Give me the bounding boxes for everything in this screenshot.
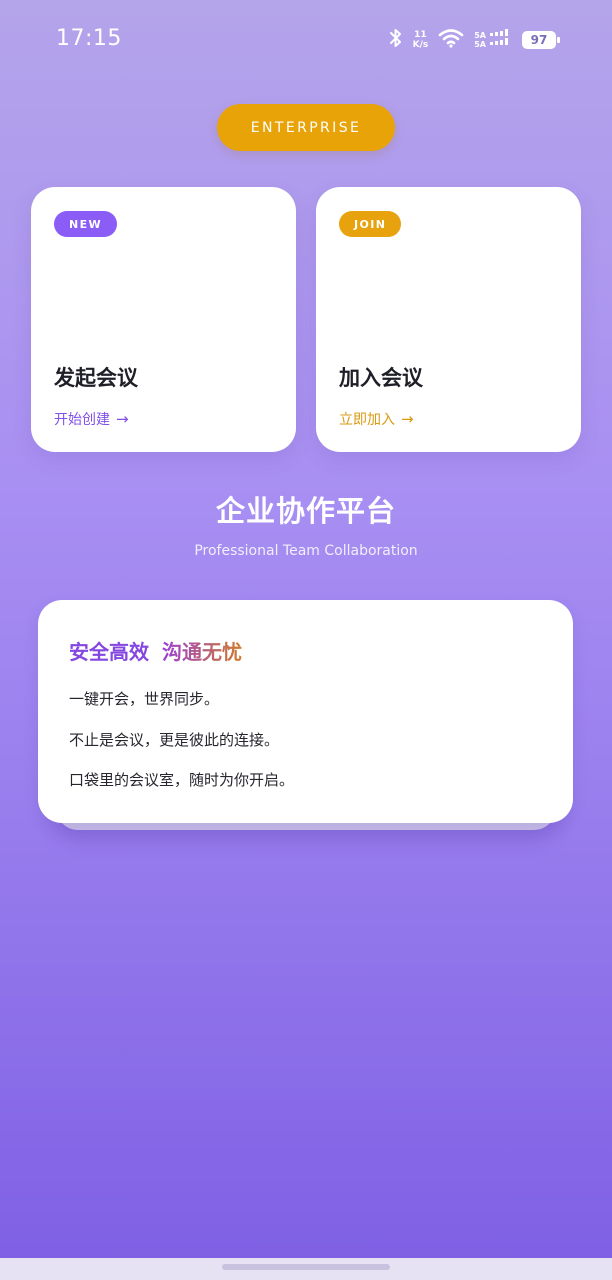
platform-subtitle: Professional Team Collaboration: [194, 543, 418, 559]
bluetooth-icon: [389, 28, 403, 52]
status-time: 17:15: [56, 26, 122, 51]
home-indicator[interactable]: [222, 1264, 390, 1270]
join-now-label: 立即加入: [339, 412, 395, 428]
wifi-icon: [438, 28, 464, 52]
signal-label-top: 5A: [474, 31, 486, 40]
arrow-right-icon: →: [116, 410, 129, 428]
status-bar: 17:15 11 K/s 5A 5A 97: [0, 0, 612, 80]
network-speed-unit: K/s: [412, 40, 429, 50]
enterprise-pill[interactable]: ENTERPRISE: [217, 104, 395, 151]
battery-level: 97: [530, 33, 548, 47]
slogan: 安全高效 沟通无忧: [69, 636, 242, 665]
slogan-part-2: 沟通无忧: [162, 636, 242, 665]
new-badge: NEW: [54, 211, 118, 237]
status-icons: 11 K/s 5A 5A 97: [389, 27, 560, 53]
join-meeting-card[interactable]: JOIN 加入会议 立即加入 →: [316, 187, 581, 452]
join-badge: JOIN: [339, 211, 402, 237]
slogan-part-1: 安全高效: [69, 640, 149, 664]
info-line: 口袋里的会议室，随时为你开启。: [69, 771, 295, 789]
join-meeting-title: 加入会议: [339, 366, 423, 390]
start-meeting-card[interactable]: NEW 发起会议 开始创建 →: [31, 187, 296, 452]
signal-label-bottom: 5A: [474, 40, 486, 49]
arrow-right-icon: →: [401, 410, 414, 428]
platform-title: 企业协作平台: [215, 494, 396, 528]
info-card: 安全高效 沟通无忧 一键开会，世界同步。 不止是会议，更是彼此的连接。 口袋里的…: [38, 600, 573, 823]
info-line: 不止是会议，更是彼此的连接。: [69, 731, 280, 749]
join-now-link[interactable]: 立即加入 →: [339, 409, 414, 429]
battery-icon: 97: [522, 31, 560, 49]
info-line: 一键开会，世界同步。: [69, 690, 220, 708]
app-screen: 17:15 11 K/s 5A 5A 97 ENTERPRISE NEW 发起会…: [0, 0, 612, 1280]
start-create-link[interactable]: 开始创建 →: [54, 409, 129, 429]
start-create-label: 开始创建: [54, 412, 110, 428]
navigation-bar: [0, 1258, 612, 1280]
start-meeting-title: 发起会议: [54, 366, 138, 390]
network-speed: 11 K/s: [413, 30, 429, 50]
signal-label: 5A 5A: [474, 31, 486, 49]
signal-icon: [490, 28, 512, 52]
network-speed-value: 11: [414, 30, 427, 40]
